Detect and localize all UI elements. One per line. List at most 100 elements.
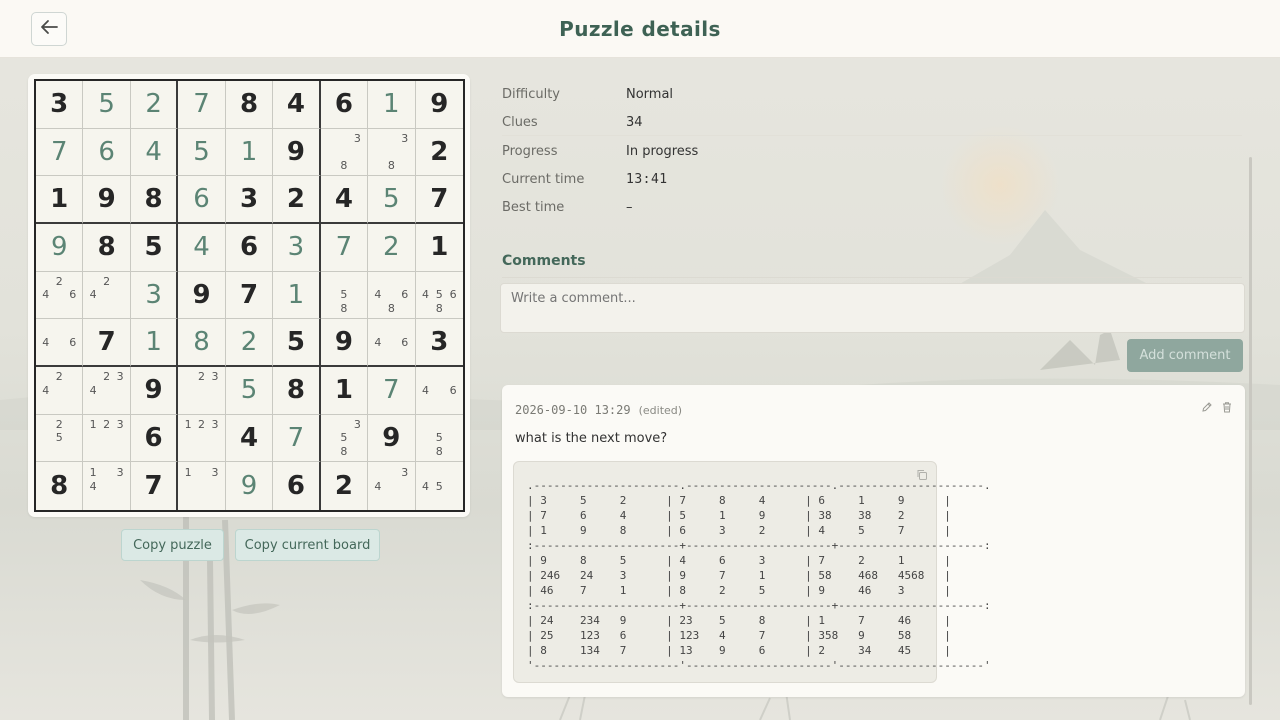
board-cell[interactable]: 46 (415, 367, 463, 415)
board-cell[interactable]: 7 (368, 367, 416, 415)
board-cell[interactable]: 13 (178, 462, 226, 510)
copy-current-board-button[interactable]: Copy current board (235, 529, 380, 561)
board-cell[interactable]: 7 (320, 224, 369, 272)
pencil-mark: 4 (42, 288, 50, 302)
board-cell[interactable]: 24 (83, 271, 131, 320)
board-cell[interactable]: 1 (36, 176, 84, 224)
board-cell[interactable]: 5 (368, 176, 416, 224)
pencil-marks: 358 (324, 418, 364, 459)
board-cell[interactable]: 2 (321, 462, 369, 510)
board-cell[interactable]: 7 (178, 81, 226, 129)
copy-puzzle-button[interactable]: Copy puzzle (121, 529, 224, 561)
board-cell[interactable]: 3 (225, 176, 274, 224)
pencil-marks: 46 (39, 322, 79, 362)
board-cell[interactable]: 58 (415, 415, 463, 463)
board-cell[interactable]: 25 (36, 414, 84, 463)
board-cell[interactable]: 123 (83, 414, 131, 463)
board-cell[interactable]: 9 (415, 81, 463, 129)
board-cell[interactable]: 358 (320, 414, 369, 463)
board-cell[interactable]: 4 (178, 224, 226, 272)
board-cell[interactable]: 6 (225, 224, 274, 272)
board-cell[interactable]: 6 (83, 128, 131, 177)
board-cell[interactable]: 9 (226, 462, 274, 510)
given-digit: 9 (97, 184, 116, 215)
board-cell[interactable]: 2 (273, 176, 321, 224)
board-cell[interactable]: 9 (130, 367, 179, 415)
detail-best-time: Best time – (502, 193, 1242, 221)
board-cell[interactable]: 9 (320, 319, 369, 367)
entered-digit: 6 (98, 136, 115, 167)
board-cell[interactable]: 8 (130, 176, 179, 224)
board-cell[interactable]: 4 (225, 414, 274, 463)
board-cell[interactable]: 5 (225, 367, 274, 415)
board-cell[interactable]: 3 (130, 271, 179, 320)
board-cell[interactable]: 6 (320, 81, 369, 129)
add-comment-button[interactable]: Add comment (1127, 339, 1243, 372)
comment-input[interactable] (500, 283, 1245, 333)
board-cell[interactable]: 9 (368, 414, 416, 463)
board-cell[interactable]: 9 (36, 224, 84, 272)
board-cell[interactable]: 9 (178, 271, 226, 320)
pencil-mark (419, 302, 433, 316)
board-cell[interactable]: 34 (368, 462, 416, 510)
board-cell[interactable]: 45 (416, 462, 463, 510)
board-cell[interactable]: 9 (83, 176, 131, 224)
board-cell[interactable]: 8 (36, 462, 84, 510)
pencil-icon[interactable] (1201, 401, 1213, 413)
board-cell[interactable]: 7 (36, 128, 84, 177)
entered-digit: 4 (193, 232, 210, 263)
board-cell[interactable]: 2 (415, 129, 463, 177)
board-cell[interactable]: 23 (178, 367, 226, 415)
board-cell[interactable]: 7 (225, 271, 274, 320)
board-cell[interactable]: 58 (320, 271, 369, 320)
board-cell[interactable]: 2 (368, 224, 416, 272)
board-cell[interactable]: 5 (178, 128, 226, 177)
board-cell[interactable]: 4 (273, 81, 321, 129)
board-cell[interactable]: 7 (83, 319, 131, 367)
board-cell[interactable]: 8 (178, 319, 226, 367)
board-cell[interactable]: 2 (130, 81, 179, 129)
board-cell[interactable]: 6 (130, 414, 179, 463)
board-cell[interactable]: 5 (130, 224, 179, 272)
board-cell[interactable]: 1 (130, 319, 179, 367)
board-cell[interactable]: 24 (36, 367, 84, 415)
board-cell[interactable]: 1 (225, 128, 274, 177)
board-cell[interactable]: 38 (368, 128, 416, 177)
board-cell[interactable]: 46 (368, 319, 416, 367)
board-cell[interactable]: 1 (415, 224, 463, 272)
board-cell[interactable]: 2 (225, 319, 274, 367)
board-cell[interactable]: 7 (131, 462, 179, 510)
pencil-mark (398, 159, 411, 173)
board-cell[interactable]: 1 (273, 271, 321, 320)
board-cell[interactable]: 23 4 (83, 367, 131, 415)
board-cell[interactable]: 6 (178, 176, 226, 224)
board-cell[interactable]: 8 (83, 224, 131, 272)
board-cell[interactable]: 3 (415, 319, 463, 367)
board-cell[interactable]: 7 (273, 414, 321, 463)
board-cell[interactable]: 1 (368, 81, 416, 129)
board-cell[interactable]: 1 (320, 367, 369, 415)
board-cell[interactable]: 4 68 (368, 271, 416, 320)
detail-label: Progress (502, 144, 558, 159)
board-cell[interactable]: 4 (130, 128, 179, 177)
board-cell[interactable]: 46 (36, 319, 84, 367)
pencil-mark (385, 288, 398, 302)
board-cell[interactable]: 4 (320, 176, 369, 224)
board-cell[interactable]: 38 (320, 128, 369, 177)
board-cell[interactable]: 8 (273, 367, 321, 415)
board-cell[interactable]: 4568 (415, 272, 463, 320)
board-cell[interactable]: 123 (178, 414, 226, 463)
board-cell[interactable]: 7 (415, 176, 463, 224)
board-cell[interactable]: 3 (36, 81, 84, 129)
scrollbar[interactable] (1249, 157, 1252, 705)
board-cell[interactable]: 8 (225, 81, 274, 129)
board-cell[interactable]: 5 (83, 81, 131, 129)
board-cell[interactable]: 3 (273, 224, 321, 272)
board-cell[interactable]: 9 (273, 128, 321, 177)
board-cell[interactable]: 1 3 4 (83, 462, 131, 510)
board-cell[interactable]: 5 (273, 319, 321, 367)
board-cell[interactable]: 6 (273, 462, 321, 510)
detail-value: 13:41 (626, 172, 668, 187)
trash-icon[interactable] (1221, 401, 1233, 413)
board-cell[interactable]: 24 6 (36, 271, 84, 320)
